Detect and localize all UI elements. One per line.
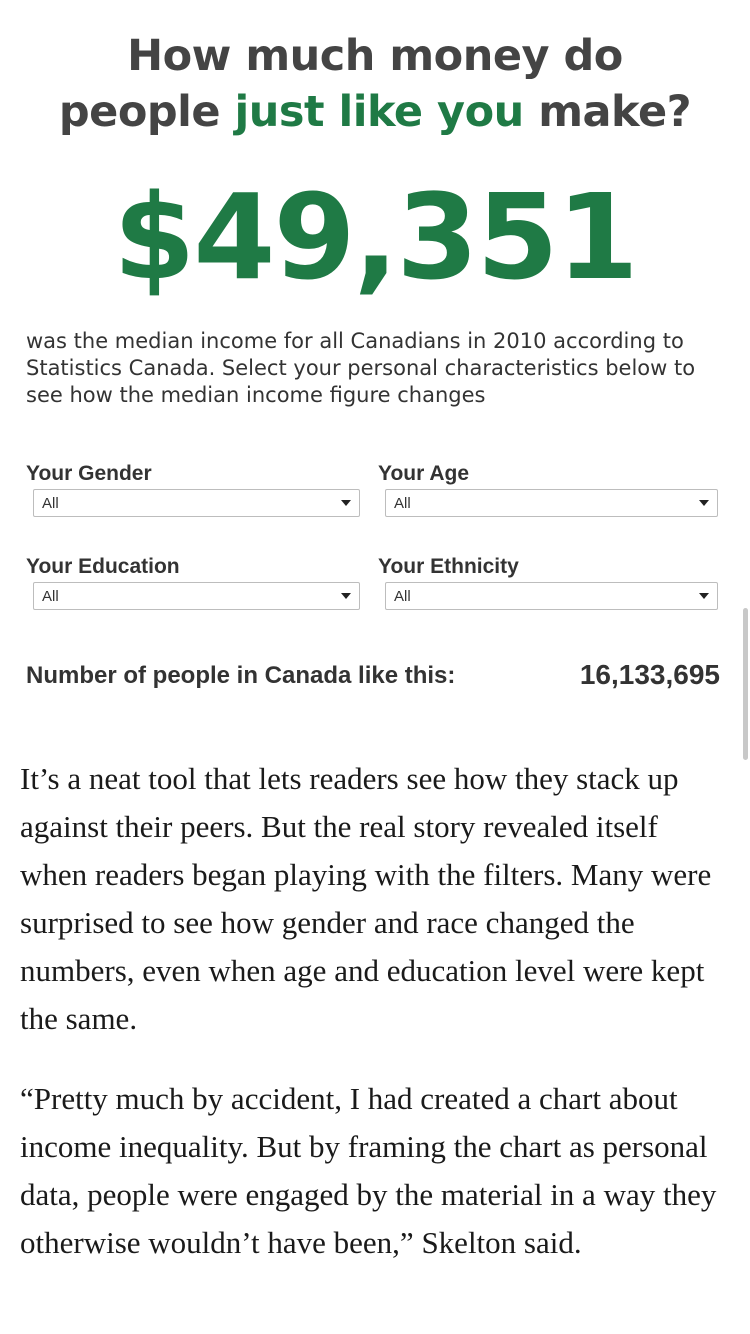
intro-text: was the median income for all Canadians … [26,329,696,407]
article-paragraph-1: It’s a neat tool that lets readers see h… [20,761,712,1036]
education-select[interactable]: All [33,582,360,610]
ethnicity-label: Your Ethnicity [378,555,519,578]
ethnicity-select-value: All [394,588,411,605]
chevron-down-icon [699,593,709,599]
article-paragraph-2: “Pretty much by accident, I had created … [20,1081,717,1260]
median-income-value: $49,351 [113,168,638,306]
chevron-down-icon [341,593,351,599]
age-select-value: All [394,495,411,512]
people-count-label: Number of people in Canada like this: [26,662,456,689]
page-scrollbar[interactable] [743,608,748,760]
headline-pre: people [58,87,235,137]
age-label: Your Age [378,462,470,485]
chevron-down-icon [699,500,709,506]
gender-select-value: All [42,495,59,512]
chevron-down-icon [341,500,351,506]
people-count-value: 16,133,695 [579,659,720,690]
headline-line-1: How much money do [127,31,623,81]
headline-line-2: people just like you make? [0,84,750,140]
age-select[interactable]: All [385,489,718,517]
ethnicity-select[interactable]: All [385,582,718,610]
gender-label: Your Gender [26,462,152,485]
education-select-value: All [42,588,59,605]
gender-select[interactable]: All [33,489,360,517]
headline-accent: just like you [234,87,525,137]
headline-post: make? [523,87,692,137]
education-label: Your Education [26,555,180,578]
widget-headline: How much money do people just like you m… [0,28,750,140]
